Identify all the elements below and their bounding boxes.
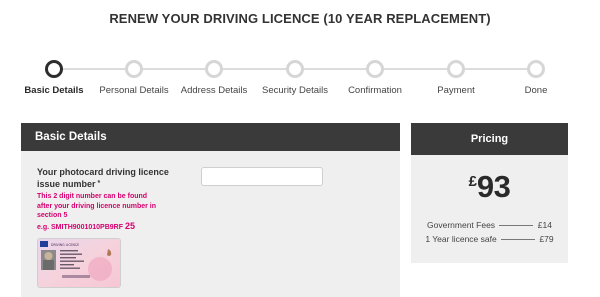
required-mark: * <box>97 180 101 187</box>
licence-card-title: DRIVING LICENCE <box>51 243 79 247</box>
progress-tracker: Basic Details Personal Details Address D… <box>0 58 600 98</box>
fee-row-government: Government Fees £14 <box>411 220 568 230</box>
pricing-panel: Pricing £93 Government Fees £14 1 Year l… <box>411 123 568 263</box>
issue-number-label: Your photocard driving licence issue num… <box>37 166 187 190</box>
step-security-details: Security Details <box>250 58 340 96</box>
step-indicator-icon <box>205 60 223 78</box>
step-basic-details: Basic Details <box>9 58 99 96</box>
pricing-header: Pricing <box>411 123 568 155</box>
step-indicator-icon <box>286 60 304 78</box>
licence-card-image: DRIVING LICENCE <box>37 238 121 288</box>
basic-details-panel: Basic Details Your photocard driving lic… <box>21 123 400 297</box>
step-indicator-icon <box>527 60 545 78</box>
basic-details-header: Basic Details <box>21 123 400 151</box>
step-label: Basic Details <box>24 85 84 96</box>
fee-divider <box>501 239 536 241</box>
step-indicator-icon <box>45 60 63 78</box>
step-done: Done <box>491 58 581 96</box>
issue-number-hint: This 2 digit number can be found after y… <box>37 193 157 219</box>
step-payment: Payment <box>411 58 501 96</box>
step-indicator-icon <box>125 60 143 78</box>
step-label: Security Details <box>262 85 328 96</box>
price-amount: 93 <box>476 169 511 204</box>
example-licence-number: e.g. SMITH9001010PB9RF <box>37 224 123 231</box>
step-indicator-icon <box>447 60 465 78</box>
step-label: Confirmation <box>348 85 402 96</box>
price-currency: £ <box>468 173 477 190</box>
issue-number-example: e.g. SMITH9001010PB9RF 25 <box>37 221 135 231</box>
step-label: Payment <box>437 85 475 96</box>
issue-number-input[interactable] <box>201 167 323 186</box>
step-label: Done <box>524 85 548 96</box>
step-label: Address Details <box>180 85 248 96</box>
issue-number-label-text: Your photocard driving licence issue num… <box>37 167 169 189</box>
example-issue-number: 25 <box>124 221 135 231</box>
fee-row-licence-safe: 1 Year licence safe £79 <box>411 234 568 244</box>
step-confirmation: Confirmation <box>330 58 420 96</box>
page-title: RENEW YOUR DRIVING LICENCE (10 YEAR REPL… <box>109 11 491 26</box>
step-label: Personal Details <box>99 85 169 96</box>
step-indicator-icon <box>366 60 384 78</box>
step-personal-details: Personal Details <box>89 58 179 96</box>
fee-divider <box>499 225 534 227</box>
fee-label: Government Fees <box>427 220 496 230</box>
licence-card-illustration: DRIVING LICENCE <box>38 239 120 287</box>
step-address-details: Address Details <box>169 58 259 96</box>
fee-value: £14 <box>537 220 552 230</box>
total-price: £93 <box>411 169 568 205</box>
fee-value: £79 <box>539 234 554 244</box>
fee-label: 1 Year licence safe <box>425 234 497 244</box>
